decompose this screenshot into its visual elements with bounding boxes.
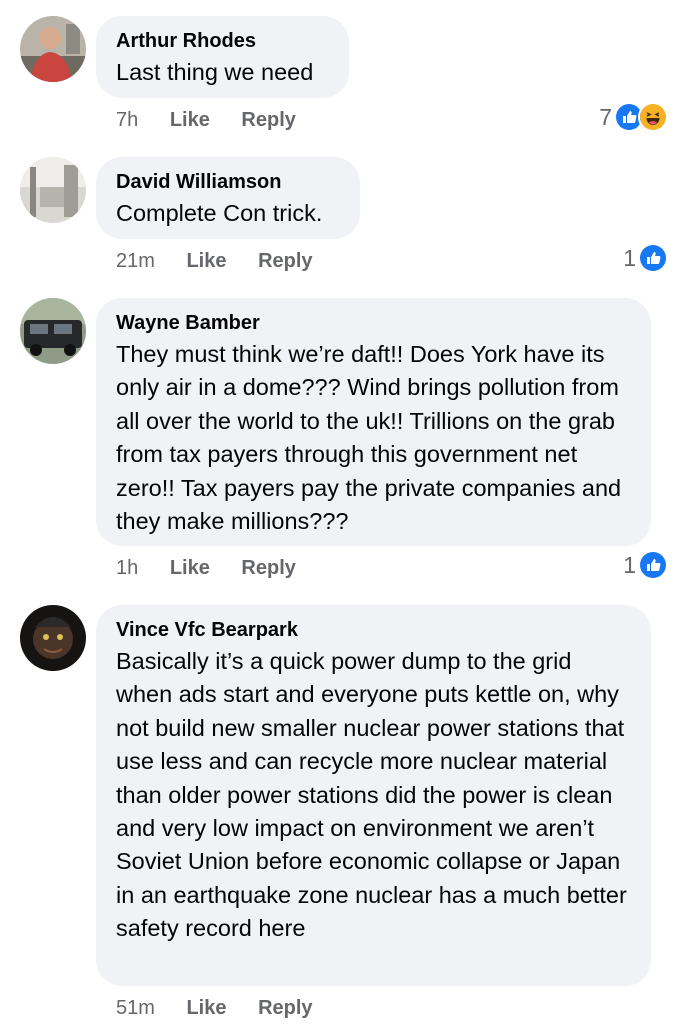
like-button[interactable]: Like xyxy=(186,997,226,1019)
avatar[interactable] xyxy=(20,157,86,223)
like-button[interactable]: Like xyxy=(186,250,226,272)
reaction-summary[interactable]: 1 xyxy=(623,243,668,273)
comment-time[interactable]: 51m xyxy=(116,997,155,1019)
comment-text: Last thing we need xyxy=(116,59,314,85)
comment-time[interactable]: 7h xyxy=(116,109,138,131)
comment-actions: 7h Like Reply xyxy=(116,107,322,133)
avatar[interactable] xyxy=(20,16,86,82)
comment-author[interactable]: Vince Vfc Bearpark xyxy=(116,617,631,643)
comment-author[interactable]: Arthur Rhodes xyxy=(116,28,329,54)
comment-bubble: Vince Vfc Bearpark Basically it’s a quic… xyxy=(96,605,651,986)
comment-text: They must think we’re daft!! Does York h… xyxy=(116,341,622,535)
like-icon xyxy=(638,243,668,273)
reply-button[interactable]: Reply xyxy=(241,557,295,579)
reaction-summary[interactable]: 7 xyxy=(599,102,668,132)
comment-actions: 21m Like Reply xyxy=(116,248,339,274)
comment-bubble: Arthur Rhodes Last thing we need xyxy=(96,16,349,98)
comment-time[interactable]: 1h xyxy=(116,557,138,579)
comment-actions: 51m Like Reply xyxy=(116,995,339,1021)
comment-bubble: Wayne Bamber They must think we’re daft!… xyxy=(96,298,651,546)
comment-text: Complete Con trick. xyxy=(116,200,323,226)
haha-icon xyxy=(638,102,668,132)
reply-button[interactable]: Reply xyxy=(258,997,312,1019)
avatar[interactable] xyxy=(20,298,86,364)
comment-bubble: David Williamson Complete Con trick. xyxy=(96,157,360,239)
comment-actions: 1h Like Reply xyxy=(116,555,322,581)
comment-author[interactable]: Wayne Bamber xyxy=(116,310,631,336)
reply-button[interactable]: Reply xyxy=(258,250,312,272)
like-button[interactable]: Like xyxy=(170,557,210,579)
like-icon xyxy=(638,550,668,580)
reply-button[interactable]: Reply xyxy=(241,109,295,131)
reaction-count: 7 xyxy=(599,103,612,130)
reaction-count: 1 xyxy=(623,551,636,578)
reaction-summary[interactable]: 1 xyxy=(623,550,668,580)
comment-author[interactable]: David Williamson xyxy=(116,169,340,195)
comment-text: Basically it’s a quick power dump to the… xyxy=(116,648,627,942)
avatar[interactable] xyxy=(20,605,86,671)
comment-time[interactable]: 21m xyxy=(116,250,155,272)
reaction-count: 1 xyxy=(623,244,636,271)
like-button[interactable]: Like xyxy=(170,109,210,131)
